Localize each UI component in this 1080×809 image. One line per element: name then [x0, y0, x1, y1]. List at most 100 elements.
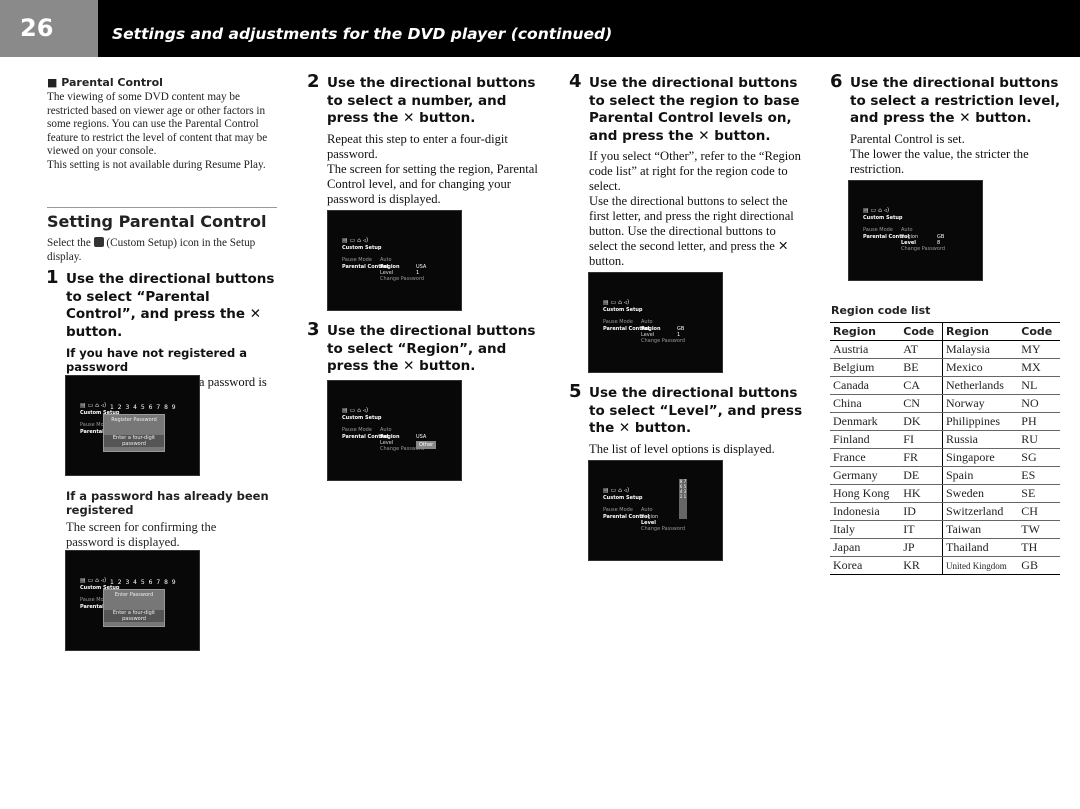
- region-name: Austria: [830, 340, 901, 359]
- step-text: Use the directional buttons to select “R…: [327, 323, 536, 374]
- screen-value: 1: [416, 270, 420, 276]
- table-row: Finland FI Russia RU: [830, 430, 1060, 449]
- screen-value: Auto: [641, 507, 653, 513]
- screen-value: 8: [937, 240, 941, 246]
- screen-region-set: ▤ ▭ ⌂ ◃) Custom Setup Pause Mode Parenta…: [588, 272, 723, 373]
- region-name: Hong Kong: [830, 484, 901, 503]
- screen-value: 1: [677, 332, 681, 338]
- column-header: Code: [900, 322, 943, 341]
- region-code: JP: [900, 538, 943, 557]
- region-code: FR: [900, 448, 943, 467]
- step-6: 6 Use the directional buttons to select …: [830, 73, 1065, 177]
- screen-label: Pause Mode: [603, 507, 633, 513]
- region-name: Finland: [830, 430, 901, 449]
- section-title: Setting Parental Control: [47, 212, 267, 231]
- region-code: KR: [900, 556, 943, 575]
- step-body: Repeat this step to enter a four-digit p…: [327, 131, 508, 161]
- screen-label: Custom Setup: [863, 215, 903, 221]
- screen-register-password: ▤ ▭ ⌂ ◃) Custom Setup 1 2 3 4 5 6 7 8 9 …: [65, 375, 200, 476]
- screen-label: Pause Mode: [603, 319, 633, 325]
- screen-label: Custom Setup: [342, 415, 382, 421]
- step-number: 1: [46, 267, 59, 288]
- step-text: Use the directional buttons to select a …: [327, 75, 536, 126]
- region-table-title: Region code list: [831, 304, 931, 317]
- screen-value: Auto: [901, 227, 913, 233]
- table-row: Japan JP Thailand TH: [830, 538, 1060, 557]
- region-code-table: Region Code Region Code Austria AT Malaysia MY…: [830, 322, 1060, 575]
- screen-value: Auto: [641, 319, 653, 325]
- table-row: Belgium BE Mexico MX: [830, 358, 1060, 377]
- region-code: CH: [1018, 502, 1060, 521]
- column-header: Region: [942, 322, 1019, 341]
- screen-value: Auto: [380, 257, 392, 263]
- digit-row: 1 2 3 4 5 6 7 8 9: [110, 579, 177, 586]
- region-code: ID: [900, 502, 943, 521]
- step-body: The screen for confirming the password i…: [66, 520, 217, 549]
- region-code: TH: [1018, 538, 1060, 557]
- table-row: Austria AT Malaysia MY: [830, 340, 1060, 359]
- region-code: AT: [900, 340, 943, 359]
- region-name: Thailand: [942, 538, 1019, 557]
- table-row: Canada CA Netherlands NL: [830, 376, 1060, 395]
- lock-icon: [93, 237, 104, 247]
- setup-icons: ▤ ▭ ⌂ ◃): [80, 577, 107, 584]
- region-code: TW: [1018, 520, 1060, 539]
- region-code: DK: [900, 412, 943, 431]
- region-code: BE: [900, 358, 943, 377]
- step-subheading: If you have not registered a password: [66, 346, 247, 374]
- region-code: PH: [1018, 412, 1060, 431]
- step-body: The screen for setting the region, Paren…: [327, 161, 538, 206]
- table-row: Korea KR United Kingdom GB: [830, 556, 1060, 575]
- region-name: Philippines: [942, 412, 1019, 431]
- step-5: 5 Use the directional buttons to select …: [569, 383, 804, 457]
- region-name: Indonesia: [830, 502, 901, 521]
- table-row: Italy IT Taiwan TW: [830, 520, 1060, 539]
- region-name: Japan: [830, 538, 901, 557]
- page-header: 26 Settings and adjustments for the DVD …: [0, 0, 1080, 57]
- region-name: Russia: [942, 430, 1019, 449]
- step-body: Parental Control is set.: [850, 131, 965, 146]
- region-name: Switzerland: [942, 502, 1019, 521]
- step-body: The lower the value, the stricter the re…: [850, 146, 1029, 176]
- region-code: CN: [900, 394, 943, 413]
- screen-parental-settings: ▤ ▭ ⌂ ◃) Custom Setup Pause Mode Parenta…: [327, 210, 462, 311]
- lead-pre: Select the: [47, 237, 91, 249]
- table-row: Indonesia ID Switzerland CH: [830, 502, 1060, 521]
- screen-label: Change Password: [641, 338, 686, 344]
- region-code: SG: [1018, 448, 1060, 467]
- setup-icons: ▤ ▭ ⌂ ◃): [603, 299, 630, 306]
- table-body: Austria AT Malaysia MY Belgium BE Mexico MX Cana…: [830, 340, 1060, 575]
- region-code: GB: [1018, 556, 1060, 575]
- region-name: China: [830, 394, 901, 413]
- table-row: Hong Kong HK Sweden SE: [830, 484, 1060, 503]
- divider: [47, 207, 277, 208]
- screen-label: Pause Mode: [342, 257, 372, 263]
- step-number: 5: [569, 381, 582, 402]
- region-code: RU: [1018, 430, 1060, 449]
- region-code: NO: [1018, 394, 1060, 413]
- region-name: Spain: [942, 466, 1019, 485]
- dialog-prompt: Enter a four-digit password: [104, 435, 164, 447]
- password-dialog: Register Password Enter a four-digit pass…: [103, 414, 165, 452]
- step-body: If you select “Other”, refer to the “Reg…: [589, 149, 801, 193]
- screen-label: Change Password: [641, 526, 686, 532]
- dialog-title: Register Password: [111, 417, 157, 423]
- setup-icons: ▤ ▭ ⌂ ◃): [603, 487, 630, 494]
- region-name: United Kingdom: [942, 556, 1019, 575]
- screen-label: Change Password: [380, 276, 425, 282]
- step-4: 4 Use the directional buttons to select …: [569, 73, 804, 269]
- page-number: 26: [0, 0, 98, 57]
- screen-label: Custom Setup: [603, 307, 643, 313]
- region-name: Singapore: [942, 448, 1019, 467]
- intro-body: The viewing of some DVD content may be r…: [47, 91, 268, 158]
- step-body: The list of level options is displayed.: [589, 441, 775, 456]
- table-row: Germany DE Spain ES: [830, 466, 1060, 485]
- region-code: FI: [900, 430, 943, 449]
- screen-label: Custom Setup: [342, 245, 382, 251]
- region-code: MY: [1018, 340, 1060, 359]
- screen-label: Change Password: [901, 246, 946, 252]
- region-name: Belgium: [830, 358, 901, 377]
- region-code: HK: [900, 484, 943, 503]
- screen-value: USA: [416, 434, 427, 440]
- region-name: Taiwan: [942, 520, 1019, 539]
